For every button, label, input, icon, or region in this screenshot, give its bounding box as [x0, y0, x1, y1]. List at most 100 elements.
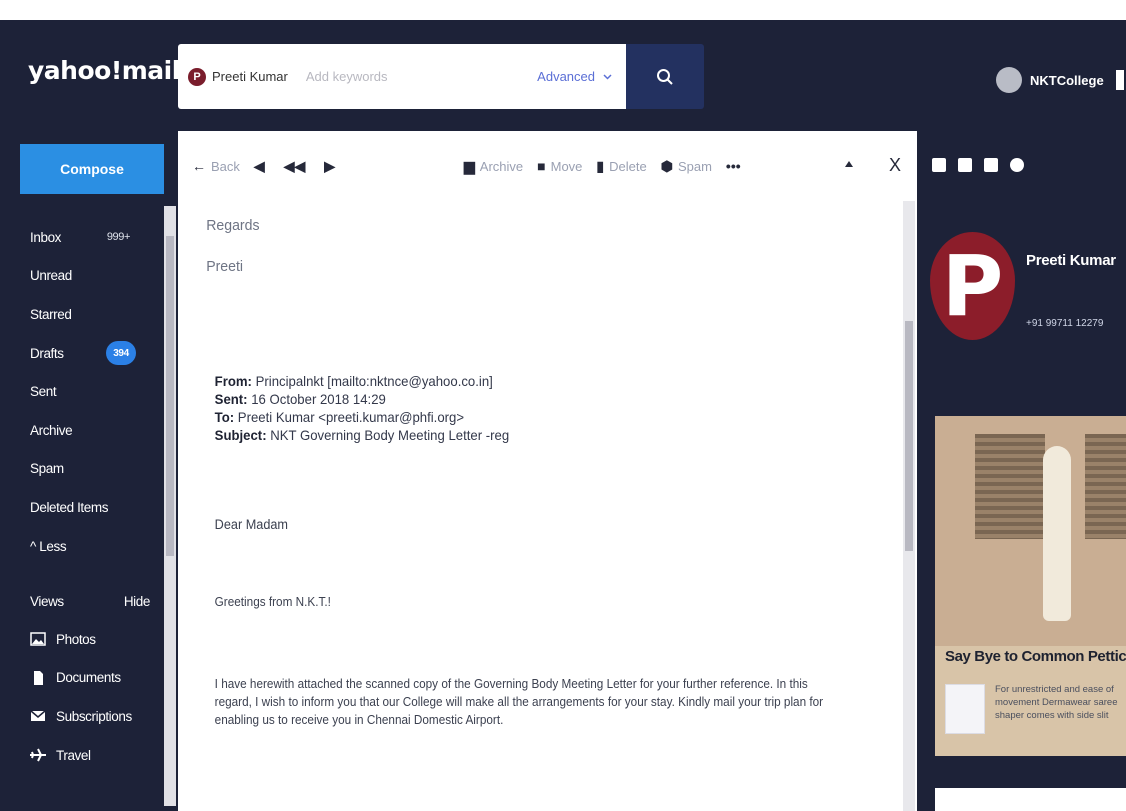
chevron-down-icon	[603, 73, 612, 80]
view-label: Subscriptions	[56, 708, 132, 724]
body-paragraph: I have herewith attached the scanned cop…	[214, 677, 824, 727]
view-label: Travel	[56, 747, 91, 763]
view-item-photos[interactable]: Photos	[30, 620, 150, 659]
message-pane: ← Back ◀ ◀◀ ▶ ▆ Archive ■ Move ▮ Delete ⬢ Spa…	[178, 131, 917, 811]
user-name: NKTCollege	[1030, 72, 1104, 88]
nav-item-spam[interactable]: Spam	[30, 450, 160, 489]
spam-button[interactable]: ⬢ Spam	[661, 158, 712, 175]
view-item-subscriptions[interactable]: Subscriptions	[30, 697, 150, 736]
folder-nav: Inbox 999+ Unread Starred Drafts 394 Sen…	[30, 218, 160, 565]
views-section: Views Hide Photos Documents Subscription…	[30, 582, 150, 774]
view-label: Photos	[56, 631, 96, 647]
user-menu[interactable]: NKTCollege	[996, 67, 1104, 93]
calendar-icon[interactable]	[958, 158, 972, 172]
trash-icon: ▮	[596, 157, 605, 174]
nav-item-starred[interactable]: Starred	[30, 295, 160, 334]
sidebar-scroll-thumb[interactable]	[166, 236, 174, 556]
inbox-count: 999+	[106, 231, 131, 244]
contact-email-link[interactable]	[1026, 297, 1126, 309]
forward-button[interactable]: ▶	[324, 158, 340, 175]
search-button[interactable]	[626, 44, 704, 109]
message-scroll-thumb[interactable]	[905, 321, 913, 551]
sidebar-scrollbar[interactable]	[164, 206, 176, 806]
to-label: To:	[214, 409, 235, 425]
notepad-icon[interactable]	[984, 158, 998, 172]
move-label: Move	[550, 158, 583, 174]
view-item-documents[interactable]: Documents	[30, 659, 150, 698]
delete-button[interactable]: ▮ Delete	[596, 158, 646, 175]
nav-item-inbox[interactable]: Inbox 999+	[30, 218, 160, 257]
yahoo-mail-logo[interactable]: yahoo!mail	[28, 56, 180, 85]
drafts-badge: 394	[106, 341, 136, 366]
nav-label: Unread	[30, 268, 72, 284]
contact-name: Preeti Kumar	[1026, 252, 1116, 269]
closing-line: Regards	[206, 217, 260, 234]
back-arrow-icon: ←	[192, 158, 206, 174]
from-value: Principalnkt [mailto:nktnce@yahoo.co.in]	[255, 373, 493, 389]
nav-label: ^ Less	[30, 538, 67, 554]
subject-value: NKT Governing Body Meeting Letter -reg	[270, 427, 510, 443]
nav-label: Spam	[30, 461, 64, 477]
nav-item-sent[interactable]: Sent	[30, 372, 160, 411]
archive-button[interactable]: ▆ Archive	[464, 158, 523, 175]
search-field-container[interactable]: P Preeti Kumar Advanced	[178, 44, 626, 109]
user-avatar	[996, 67, 1022, 93]
nav-item-archive[interactable]: Archive	[30, 411, 160, 450]
nav-item-less[interactable]: ^ Less	[30, 527, 160, 566]
nav-item-deleted[interactable]: Deleted Items	[30, 488, 160, 527]
more-button[interactable]: •••	[726, 158, 746, 174]
compose-button[interactable]: Compose	[20, 144, 164, 194]
move-button[interactable]: ■ Move	[537, 158, 582, 174]
close-button[interactable]: X	[889, 155, 901, 176]
ad-text: For unrestricted and ease of movement De…	[995, 684, 1118, 721]
nav-item-unread[interactable]: Unread	[30, 257, 160, 296]
nav-label: Deleted Items	[30, 499, 109, 515]
nav-label: Drafts	[30, 345, 64, 361]
home-icon[interactable]	[1116, 70, 1126, 90]
subject-line: Subject: NKT Governing Body Meeting Lett…	[215, 426, 510, 444]
sent-label: Sent:	[214, 391, 248, 407]
from-line: From: Principalnkt [mailto:nktnce@yahoo.…	[215, 372, 510, 390]
archive-label: Archive	[479, 158, 524, 174]
shield-icon: ⬢	[660, 157, 673, 174]
view-item-travel[interactable]: Travel	[30, 736, 150, 775]
contact-phone: +91 99711 12279	[1026, 318, 1104, 329]
sent-value: 16 October 2018 14:29	[251, 391, 386, 407]
reply-icon: ◀	[253, 157, 265, 174]
reply-button[interactable]: ◀	[254, 158, 270, 175]
mail-app: yahoo!mail P Preeti Kumar Advanced NKTCo…	[0, 20, 1126, 811]
quoted-header: From: Principalnkt [mailto:nktnce@yahoo.…	[215, 372, 510, 444]
views-hide-button[interactable]: Hide	[124, 594, 151, 609]
message-body: Regards Preeti From: Principalnkt [mailt…	[178, 201, 860, 811]
search-chip-name[interactable]: Preeti Kumar	[212, 69, 288, 84]
reply-all-button[interactable]: ◀◀	[284, 158, 311, 175]
message-actions: ▆ Archive ■ Move ▮ Delete ⬢ Spam •••	[464, 158, 760, 175]
ad-model-figure	[1043, 446, 1071, 621]
nav-label: Inbox	[30, 229, 62, 245]
help-icon[interactable]	[1010, 158, 1024, 172]
contact-avatar: P	[930, 232, 1015, 340]
message-scrollbar[interactable]	[903, 201, 915, 811]
message-toolbar: ← Back ◀ ◀◀ ▶ ▆ Archive ■ Move ▮ Delete ⬢ Spa…	[178, 131, 917, 201]
nav-label: Starred	[30, 306, 72, 322]
previous-message-icon[interactable]	[845, 161, 853, 167]
reply-all-icon: ◀◀	[283, 157, 306, 174]
views-header: Views Hide	[30, 582, 150, 620]
advanced-search-button[interactable]: Advanced	[537, 69, 612, 84]
sidebar-ad[interactable]: Say Bye to Common Petticoat For unrestri…	[935, 416, 1126, 756]
view-label: Documents	[56, 670, 121, 686]
back-button[interactable]: ← Back	[192, 158, 240, 174]
photos-icon	[30, 632, 46, 647]
to-line: To: Preeti Kumar <preeti.kumar@phfi.org>	[215, 408, 510, 426]
greeting: Greetings from N.K.T.!	[214, 595, 331, 609]
salutation: Dear Madam	[214, 517, 289, 532]
contacts-icon[interactable]	[932, 158, 946, 172]
search-input[interactable]	[305, 69, 506, 84]
search-icon	[657, 68, 673, 85]
delete-label: Delete	[609, 158, 647, 174]
ad-brand-logo	[945, 684, 985, 734]
ad-window-shutter	[975, 434, 1045, 539]
ad-title[interactable]: Say Bye to Common Petticoat	[945, 648, 1126, 665]
archive-icon: ▆	[464, 157, 475, 174]
nav-item-drafts[interactable]: Drafts 394	[30, 334, 160, 373]
